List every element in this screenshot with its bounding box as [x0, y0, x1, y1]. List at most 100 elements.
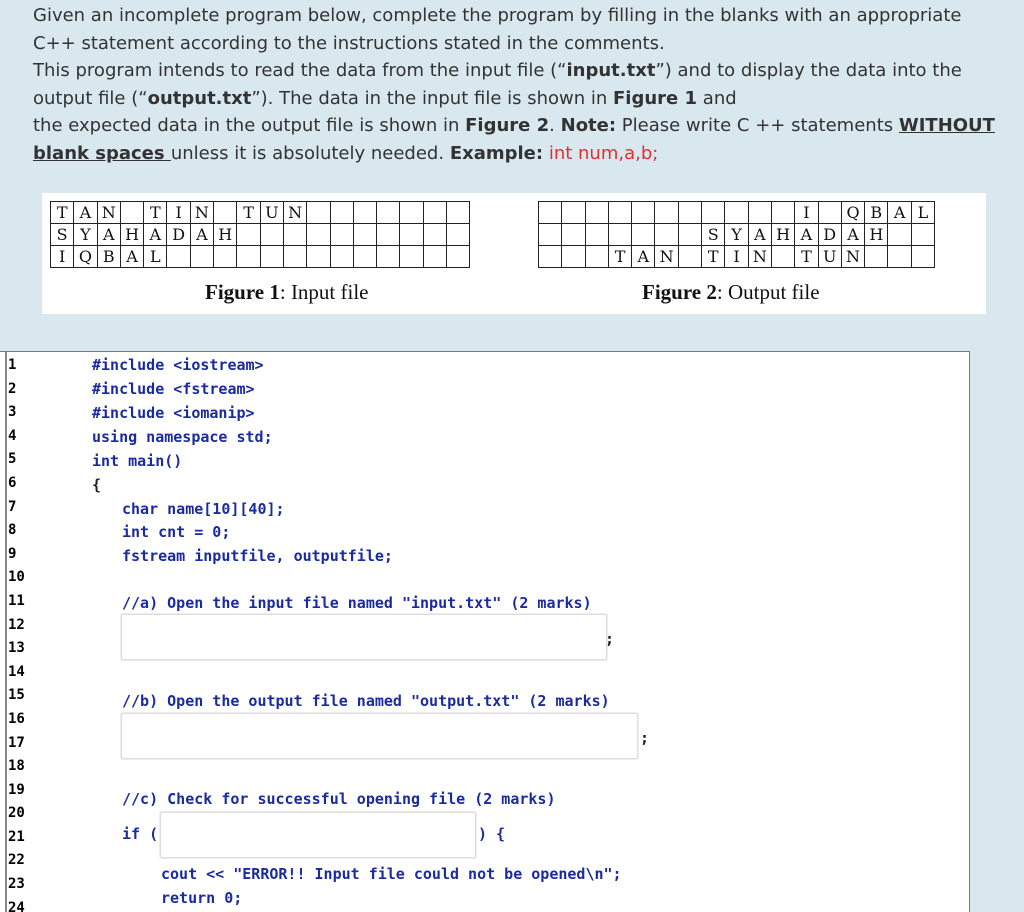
line-number: 19: [8, 781, 25, 798]
grid-cell: [399, 201, 424, 224]
grid-cell: [701, 201, 726, 224]
grid-cell: [747, 201, 772, 224]
grid-cell: [213, 201, 238, 224]
grid-cell: [561, 201, 586, 224]
grid-cell: H: [770, 223, 796, 246]
grid-cell: [561, 223, 586, 246]
grid-cell: [306, 223, 331, 246]
grid-cell: Y: [73, 223, 98, 246]
grid-cell: [677, 223, 703, 246]
grid-cell: T: [794, 245, 819, 268]
grid-cell: [887, 245, 912, 268]
grid-cell: B: [96, 245, 121, 268]
grid-row: IQBAL: [49, 245, 471, 268]
grid-cell: [399, 245, 424, 268]
grid-cell: I: [166, 201, 191, 224]
grid-cell: [376, 201, 401, 224]
grid-cell: N: [96, 201, 121, 224]
grid-cell: [607, 223, 633, 246]
grid-cell: [677, 201, 703, 224]
comment-a: //a) Open the input file named "input.tx…: [122, 594, 592, 612]
grid-cell: H: [119, 223, 145, 246]
grid-cell: [352, 245, 378, 268]
grid-cell: S: [701, 223, 726, 246]
intro-line-1: Given an incomplete program below, compl…: [33, 5, 962, 26]
grid-cell: [887, 223, 912, 246]
grid-cell: I: [794, 201, 819, 224]
grid-cell: [770, 245, 796, 268]
answer-c-input[interactable]: [160, 812, 476, 858]
grid-cell: A: [840, 223, 866, 246]
semicolon-a: ;: [605, 630, 615, 648]
grid-cell: [537, 223, 563, 246]
grid-cell: [282, 245, 308, 268]
intro-line-5: the expected data in the output file is …: [33, 115, 995, 136]
grid-cell: T: [701, 245, 726, 268]
line-number: 4: [8, 427, 17, 444]
grid-cell: [584, 245, 609, 268]
grid-cell: A: [73, 201, 98, 224]
grid-cell: U: [817, 245, 842, 268]
grid-cell: L: [143, 245, 168, 268]
grid-cell: H: [213, 223, 238, 246]
line-number: 12: [8, 616, 25, 633]
grid-cell: [584, 223, 609, 246]
grid-cell: Q: [840, 201, 866, 224]
grid-cell: [306, 201, 331, 224]
intro-line-6: blank spaces unless it is absolutely nee…: [33, 142, 659, 164]
grid-cell: [677, 245, 703, 268]
grid-cell: B: [864, 201, 889, 224]
return-line: return 0;: [161, 889, 243, 907]
grid-cell: [259, 223, 284, 246]
grid-cell: [654, 223, 679, 246]
output-file-grid: IQBALSYAHADAHTANTINTUN: [537, 201, 936, 268]
if-open: if (: [122, 825, 159, 843]
grid-cell: [446, 223, 471, 246]
grid-cell: [817, 201, 842, 224]
grid-cell: [537, 201, 563, 224]
grid-cell: N: [747, 245, 772, 268]
grid-row: SYAHADAH: [49, 223, 471, 246]
grid-cell: A: [96, 223, 121, 246]
figures-panel: TANTINTUNSYAHADAHIQBAL IQBALSYAHADAHTANT…: [42, 193, 986, 314]
comment-c: //c) Check for successful opening file (…: [122, 790, 556, 808]
line-number: 15: [8, 687, 25, 704]
grid-cell: [329, 201, 354, 224]
line-number: 3: [8, 404, 17, 421]
code-line-6: {: [92, 476, 102, 494]
code-line-9: fstream inputfile, outputfile;: [122, 547, 393, 565]
line-number: 2: [8, 380, 17, 397]
grid-cell: [399, 223, 424, 246]
grid-cell: [306, 245, 331, 268]
grid-cell: [166, 245, 191, 268]
code-line-2: #include <fstream>: [92, 380, 255, 398]
grid-cell: Q: [73, 245, 98, 268]
figure-2-caption: Figure 2: Output file: [642, 280, 820, 304]
line-number: 16: [8, 710, 25, 727]
line-number: 7: [8, 498, 17, 515]
line-number: 1: [8, 357, 17, 373]
line-number: 10: [8, 569, 25, 586]
grid-cell: A: [631, 245, 656, 268]
grid-cell: [446, 201, 471, 224]
grid-row: TANTINTUN: [49, 201, 471, 224]
grid-cell: [422, 245, 448, 268]
line-number: 9: [8, 545, 17, 562]
grid-cell: S: [49, 223, 75, 246]
line-number: 5: [8, 451, 17, 468]
grid-cell: A: [189, 223, 215, 246]
output-filename: output.txt: [147, 87, 252, 109]
answer-b-input[interactable]: [121, 713, 638, 759]
line-number: 17: [8, 734, 25, 751]
grid-cell: T: [143, 201, 168, 224]
line-number: 24: [8, 899, 25, 912]
answer-a-input[interactable]: [121, 614, 607, 660]
grid-cell: [446, 245, 471, 268]
grid-cell: [631, 201, 656, 224]
intro-line-2: C++ statement according to the instructi…: [33, 32, 665, 54]
intro-line-4: output file (“output.txt”). The data in …: [33, 87, 737, 109]
grid-cell: N: [654, 245, 679, 268]
code-editor: 1 2 3 4 5 6 7 8 9 10 11 12 13 14 15 16 17 18 19 20 21 22 23 24 …: [0, 351, 970, 912]
comment-b: //b) Open the output file named "output.…: [122, 692, 610, 710]
line-number: 20: [8, 805, 25, 822]
